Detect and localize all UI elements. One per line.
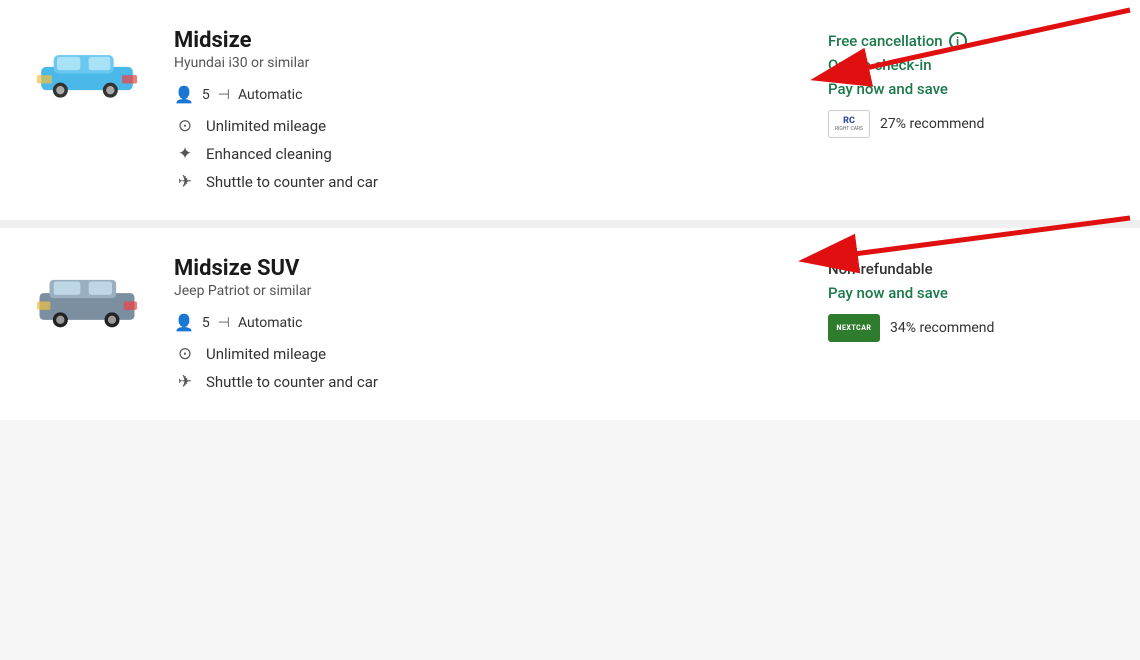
plane-icon-suv: ✈ bbox=[174, 372, 196, 392]
transmission-label-suv: Automatic bbox=[238, 315, 302, 331]
feature-unlimited-mileage-suv: ⊙ Unlimited mileage bbox=[174, 344, 796, 364]
car-image-midsize bbox=[32, 28, 142, 106]
info-icon[interactable]: i bbox=[949, 32, 967, 50]
car-subtitle-suv: Jeep Patriot or similar bbox=[174, 283, 796, 299]
feature-unlimited-mileage: ⊙ Unlimited mileage bbox=[174, 116, 796, 136]
rc-logo-text: RC bbox=[835, 117, 863, 126]
spec-divider-suv: ⊣ bbox=[218, 315, 230, 331]
feature-label: Enhanced cleaning bbox=[206, 145, 332, 163]
feature-list-midsize: ⊙ Unlimited mileage ✦ Enhanced cleaning … bbox=[174, 116, 796, 192]
non-refundable-text: Non-refundable bbox=[828, 260, 933, 278]
car-card-midsize: Midsize Hyundai i30 or similar 👤 5 ⊣ Aut… bbox=[0, 0, 1140, 220]
cancellation-badge-midsize[interactable]: Free cancellation i bbox=[828, 32, 1108, 50]
car-specs-suv: 👤 5 ⊣ Automatic bbox=[174, 313, 796, 332]
passengers-icon: 👤 bbox=[174, 85, 194, 104]
right-panel-suv: Non-refundable Pay now and save NEXTCAR … bbox=[828, 256, 1108, 342]
feature-label-suv-shuttle: Shuttle to counter and car bbox=[206, 373, 378, 391]
sparkle-icon: ✦ bbox=[174, 144, 196, 164]
cancellation-badge-suv: Non-refundable bbox=[828, 260, 1108, 278]
free-cancellation-text: Free cancellation bbox=[828, 32, 943, 50]
feature-enhanced-cleaning: ✦ Enhanced cleaning bbox=[174, 144, 796, 164]
car-card-midsize-suv: Midsize SUV Jeep Patriot or similar 👤 5 … bbox=[0, 220, 1140, 420]
online-checkin: Online check-in bbox=[828, 56, 1108, 74]
plane-icon: ✈ bbox=[174, 172, 196, 192]
passengers-count-suv: 5 bbox=[202, 315, 210, 331]
car-info-midsize: Midsize Hyundai i30 or similar 👤 5 ⊣ Aut… bbox=[174, 28, 796, 192]
car-illustration-midsize bbox=[37, 36, 137, 106]
feature-label: Shuttle to counter and car bbox=[206, 173, 378, 191]
nextcar-brand-badge: NEXTCAR bbox=[828, 314, 880, 342]
car-image-suv bbox=[32, 256, 142, 334]
rc-brand-badge: RC RIGHT CARS bbox=[828, 110, 870, 138]
pay-save-midsize: Pay now and save bbox=[828, 80, 1108, 98]
feature-label: Unlimited mileage bbox=[206, 117, 326, 135]
feature-shuttle: ✈ Shuttle to counter and car bbox=[174, 172, 796, 192]
car-specs-midsize: 👤 5 ⊣ Automatic bbox=[174, 85, 796, 104]
recommend-row-suv: NEXTCAR 34% recommend bbox=[828, 314, 1108, 342]
car-subtitle-midsize: Hyundai i30 or similar bbox=[174, 55, 796, 71]
car-title-midsize: Midsize bbox=[174, 28, 796, 53]
transmission-label: Automatic bbox=[238, 87, 302, 103]
nextcar-logo-text: NEXTCAR bbox=[837, 324, 872, 332]
speedometer-icon-suv: ⊙ bbox=[174, 344, 196, 364]
car-info-suv: Midsize SUV Jeep Patriot or similar 👤 5 … bbox=[174, 256, 796, 392]
right-panel-midsize: Free cancellation i Online check-in Pay … bbox=[828, 28, 1108, 138]
recommend-row-midsize: RC RIGHT CARS 27% recommend bbox=[828, 110, 1108, 138]
feature-label-suv: Unlimited mileage bbox=[206, 345, 326, 363]
car-title-suv: Midsize SUV bbox=[174, 256, 796, 281]
spec-divider: ⊣ bbox=[218, 87, 230, 103]
recommend-pct-midsize: 27% recommend bbox=[880, 116, 984, 132]
passengers-count: 5 bbox=[202, 87, 210, 103]
feature-shuttle-suv: ✈ Shuttle to counter and car bbox=[174, 372, 796, 392]
speedometer-icon: ⊙ bbox=[174, 116, 196, 136]
car-illustration-suv bbox=[37, 264, 137, 334]
passengers-icon-suv: 👤 bbox=[174, 313, 194, 332]
recommend-pct-suv: 34% recommend bbox=[890, 320, 994, 336]
feature-list-suv: ⊙ Unlimited mileage ✈ Shuttle to counter… bbox=[174, 344, 796, 392]
pay-save-suv: Pay now and save bbox=[828, 284, 1108, 302]
rc-logo-subtext: RIGHT CARS bbox=[835, 126, 863, 132]
